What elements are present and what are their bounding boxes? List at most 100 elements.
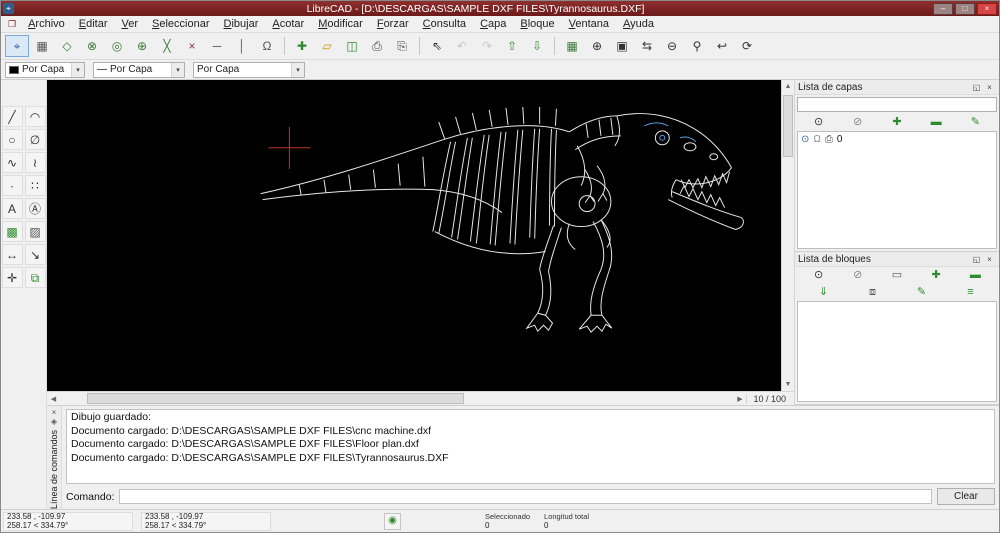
tool-hatch-button[interactable]: ▩	[2, 221, 23, 242]
layer-lock-icon[interactable]: Ω	[813, 134, 820, 145]
save-block-button[interactable]: ⇓	[815, 285, 833, 301]
tool-point-button[interactable]: ∙	[2, 175, 23, 196]
lock-relative-zero-button[interactable]: Ω	[255, 35, 279, 57]
snap-intersection-button[interactable]: ╳	[155, 35, 179, 57]
zoom-pan-button[interactable]: ⇆	[635, 35, 659, 57]
command-input[interactable]	[119, 489, 932, 504]
show-all-layers-button[interactable]: ⊙	[810, 115, 828, 131]
pen-linetype-dropdown[interactable]: Por Capa ▾	[193, 62, 305, 78]
insert-block-button[interactable]: ⧈	[864, 285, 882, 301]
draw-order-bottom-button[interactable]: ⇩	[525, 35, 549, 57]
tool-ellipse-button[interactable]: ∅	[25, 129, 46, 150]
hide-all-layers-button[interactable]: ⊘	[849, 115, 867, 131]
scroll-down-icon[interactable]: ▼	[782, 378, 795, 391]
save-drawing-button[interactable]: ◫	[340, 35, 364, 57]
scroll-up-icon[interactable]: ▲	[782, 80, 795, 93]
vertical-scrollbar-thumb[interactable]	[783, 95, 793, 157]
undo-button[interactable]: ↶	[450, 35, 474, 57]
tool-move-button[interactable]: ✛	[2, 267, 23, 288]
tool-line-button[interactable]: ╱	[2, 106, 23, 127]
menu-ayuda[interactable]: Ayuda	[616, 17, 661, 31]
restrict-nothing-button[interactable]: ×	[180, 35, 204, 57]
new-drawing-button[interactable]: ✚	[290, 35, 314, 57]
title-bar[interactable]: ⌖ LibreCAD - [D:\DESCARGAS\SAMPLE DXF FI…	[1, 1, 999, 16]
scroll-left-icon[interactable]: ◀	[47, 392, 60, 405]
menu-ver[interactable]: Ver	[115, 17, 146, 31]
create-block-button[interactable]: ▭	[888, 268, 906, 284]
snap-on-entity-button[interactable]: ⊗	[80, 35, 104, 57]
tool-dim-linear-button[interactable]: ↔	[2, 244, 23, 265]
layer-row[interactable]: ⊙ Ω ⎙ 0	[798, 132, 996, 147]
blocks-undock-button[interactable]: ◱	[970, 255, 983, 264]
hide-all-blocks-button[interactable]: ⊘	[849, 268, 867, 284]
tool-circle-button[interactable]: ○	[2, 129, 23, 150]
menu-capa[interactable]: Capa	[473, 17, 513, 31]
tool-polyline-button[interactable]: ≀	[25, 152, 46, 173]
dock-pin-icon[interactable]: ◈	[51, 417, 57, 426]
horizontal-scrollbar-track[interactable]	[60, 392, 733, 405]
close-button[interactable]: ×	[977, 3, 997, 15]
menu-forzar[interactable]: Forzar	[370, 17, 416, 31]
layers-undock-button[interactable]: ◱	[970, 83, 983, 92]
tool-mtext-button[interactable]: Ⓐ	[25, 198, 46, 219]
remove-layer-button[interactable]: ▬	[927, 115, 945, 131]
redo-button[interactable]: ↷	[475, 35, 499, 57]
snap-grid-button[interactable]: ▦	[30, 35, 54, 57]
zoom-window-button[interactable]: ▣	[610, 35, 634, 57]
menu-modificar[interactable]: Modificar	[311, 17, 370, 31]
pen-width-dropdown[interactable]: — Por Capa ▾	[93, 62, 185, 78]
vertical-scrollbar-track[interactable]	[782, 93, 794, 378]
snap-endpoint-button[interactable]: ◇	[55, 35, 79, 57]
dock-close-button[interactable]: ×	[52, 408, 57, 417]
open-drawing-button[interactable]: ▱	[315, 35, 339, 57]
menu-consulta[interactable]: Consulta	[416, 17, 473, 31]
menu-seleccionar[interactable]: Seleccionar	[145, 17, 216, 31]
tool-image-button[interactable]: ▨	[25, 221, 46, 242]
edit-block-button[interactable]: ✎	[913, 285, 931, 301]
zoom-redraw-button[interactable]: ⟳	[735, 35, 759, 57]
menu-archivo[interactable]: Archivo	[21, 17, 72, 31]
tool-points-button[interactable]: ∷	[25, 175, 46, 196]
tool-arc-button[interactable]: ◠	[25, 106, 46, 127]
zoom-previous-button[interactable]: ↩	[710, 35, 734, 57]
clear-button[interactable]: Clear	[937, 488, 995, 505]
block-list[interactable]	[797, 301, 997, 402]
add-block-button[interactable]: ✚	[927, 268, 945, 284]
layer-visibility-icon[interactable]: ⊙	[801, 134, 809, 145]
tool-dim-leader-button[interactable]: ↘	[25, 244, 46, 265]
snap-center-button[interactable]: ◎	[105, 35, 129, 57]
print-button[interactable]: ⎙	[365, 35, 389, 57]
snap-middle-button[interactable]: ⊕	[130, 35, 154, 57]
grid-toggle-button[interactable]: ▦	[560, 35, 584, 57]
restrict-horizontal-button[interactable]: ─	[205, 35, 229, 57]
coordinate-widget-button[interactable]: ◉	[384, 513, 401, 530]
pen-color-dropdown[interactable]: Por Capa ▾	[5, 62, 85, 78]
zoom-auto-button[interactable]: ⚲	[685, 35, 709, 57]
restrict-vertical-button[interactable]: │	[230, 35, 254, 57]
menu-editar[interactable]: Editar	[72, 17, 115, 31]
show-all-blocks-button[interactable]: ⊙	[810, 268, 828, 284]
zoom-out-button[interactable]: ⊖	[660, 35, 684, 57]
layer-print-icon[interactable]: ⎙	[825, 134, 833, 145]
layer-panel-header[interactable]: Lista de capas ◱ ×	[795, 80, 999, 95]
horizontal-scrollbar[interactable]: ◀ ▶ 10 / 100	[47, 391, 794, 405]
edit-layer-button[interactable]: ✎	[966, 115, 984, 131]
snap-free-button[interactable]: ⌖	[5, 35, 29, 57]
layer-list[interactable]: ⊙ Ω ⎙ 0	[797, 131, 997, 249]
layer-filter-input[interactable]	[797, 97, 997, 112]
command-history[interactable]: Dibujo guardado:Documento cargado: D:\DE…	[66, 409, 995, 484]
maximize-button[interactable]: □	[955, 3, 975, 15]
add-layer-button[interactable]: ✚	[888, 115, 906, 131]
select-pointer-button[interactable]: ⇖	[425, 35, 449, 57]
rename-block-button[interactable]: ≡	[962, 285, 980, 301]
menu-acotar[interactable]: Acotar	[265, 17, 311, 31]
menu-ventana[interactable]: Ventana	[562, 17, 616, 31]
zoom-in-button[interactable]: ⊕	[585, 35, 609, 57]
block-panel-header[interactable]: Lista de bloques ◱ ×	[795, 252, 999, 267]
scroll-right-icon[interactable]: ▶	[733, 392, 746, 405]
blocks-close-button[interactable]: ×	[983, 255, 996, 264]
vertical-scrollbar[interactable]: ▲ ▼	[781, 80, 794, 391]
tool-text-button[interactable]: A	[2, 198, 23, 219]
horizontal-scrollbar-thumb[interactable]	[87, 393, 464, 404]
print-preview-button[interactable]: ⎘	[390, 35, 414, 57]
